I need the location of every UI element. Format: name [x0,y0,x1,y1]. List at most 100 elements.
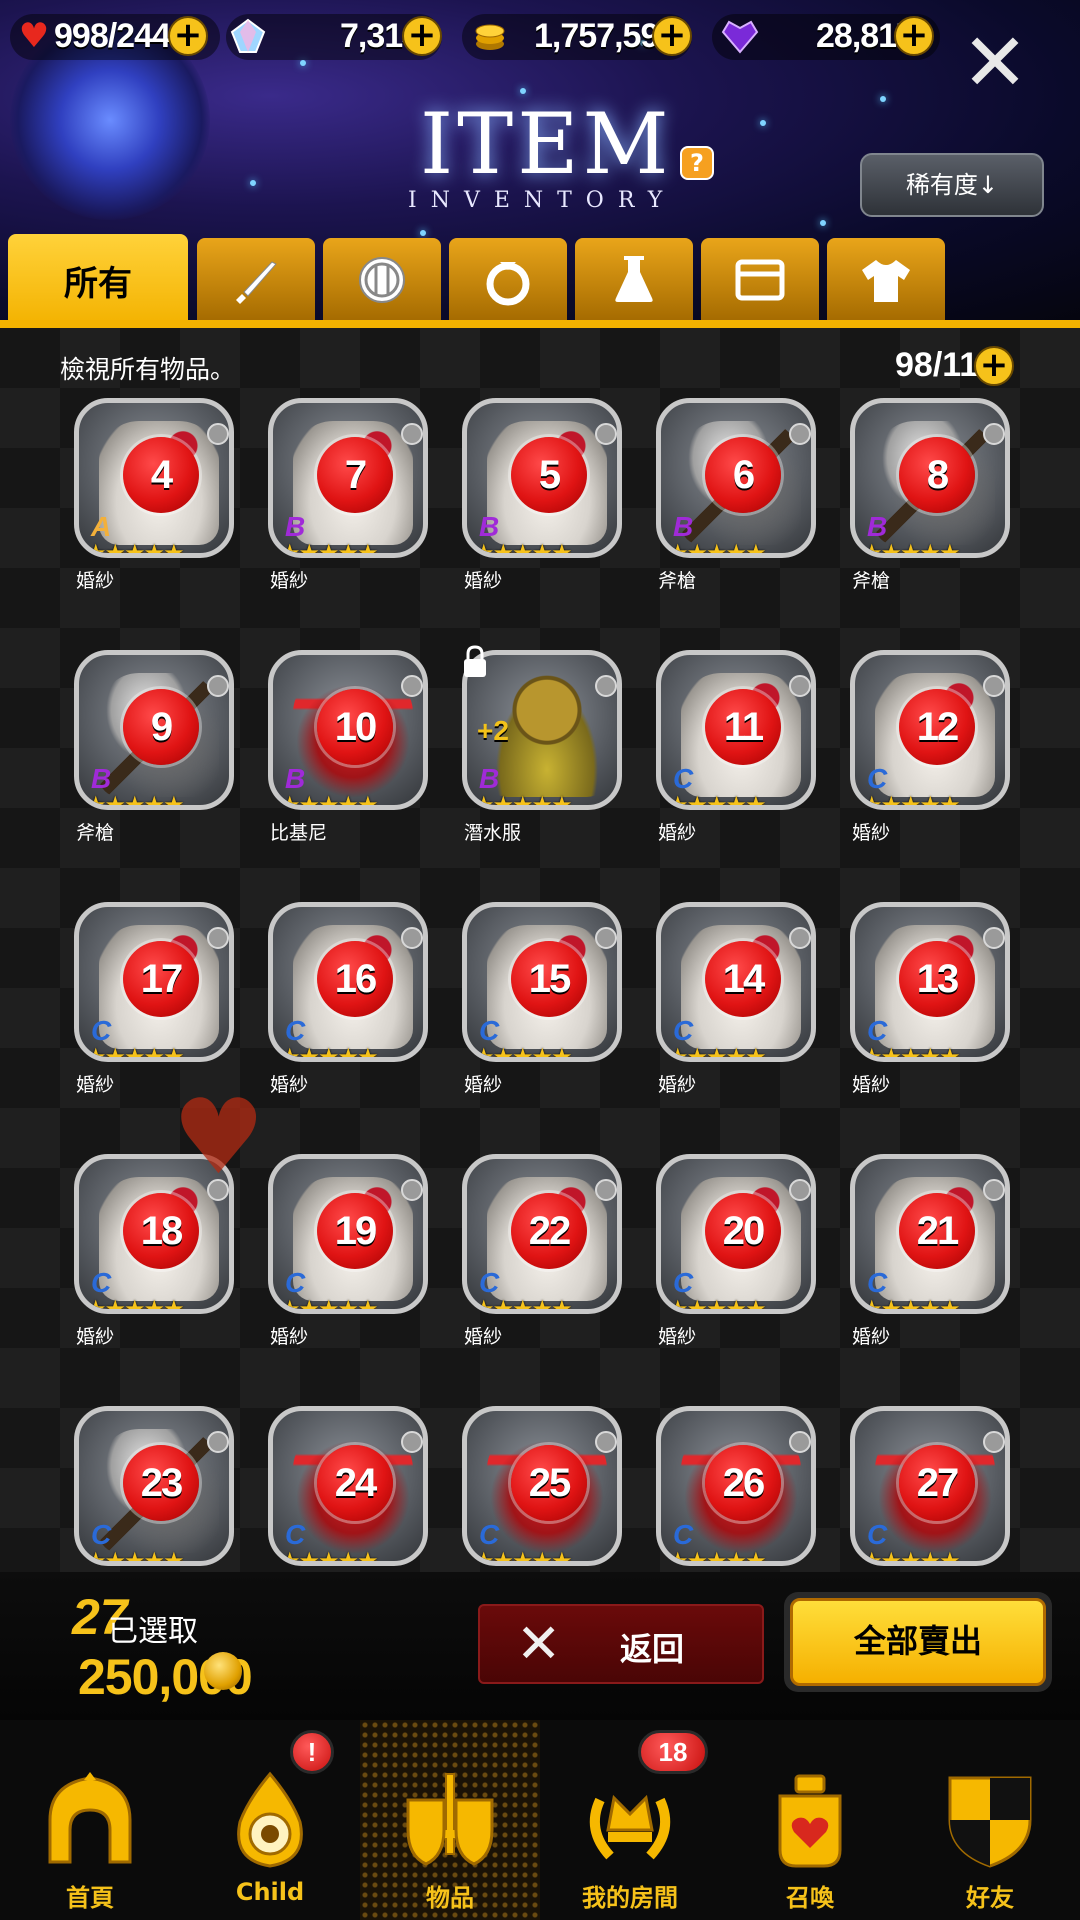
item-name: 婚紗 [658,822,697,844]
item-card[interactable]: A 4 ★★★★★ 婚紗 [70,398,240,598]
selection-order-badge: 16 [317,941,393,1017]
tab-armor[interactable] [323,238,441,322]
selection-order-badge: 19 [317,1193,393,1269]
selection-order-badge: 18 [123,1193,199,1269]
tab-weapons[interactable] [197,238,315,322]
item-name: 婚紗 [658,1074,697,1096]
equip-indicator-icon [789,423,811,445]
item-card[interactable]: B 8 ★★★★★ 斧槍 [846,398,1016,598]
selection-order-badge: 15 [511,941,587,1017]
tab-all[interactable]: 所有 [8,234,188,326]
selection-order-badge: 20 [705,1193,781,1269]
equip-indicator-icon [983,1431,1005,1453]
equip-indicator-icon [789,1431,811,1453]
item-card[interactable]: C 17 ★★★★★ 婚紗 [70,902,240,1102]
back-label: 返回 [620,1630,685,1668]
item-card[interactable]: B 5 ★★★★★ 婚紗 [458,398,628,598]
add-gems-button[interactable]: + [402,16,442,56]
nav-item-home[interactable]: 首頁 [0,1720,180,1920]
item-name: 婚紗 [76,1074,115,1096]
tab-underline [0,320,1080,328]
star-rating: ★★★★★ [861,539,961,558]
tab-cards[interactable] [701,238,819,322]
equip-indicator-icon [207,927,229,949]
item-card[interactable]: C 21 ★★★★★ 婚紗 [846,1154,1016,1354]
crown-laurel-icon [589,1794,671,1860]
star-rating: ★★★★★ [861,1043,961,1062]
page-title: ITEM [420,95,673,193]
shield-icon [359,257,405,303]
item-name: 婚紗 [852,822,891,844]
star-rating: ★★★★★ [279,539,379,558]
selection-order-badge: 24 [317,1445,393,1521]
expand-inventory-button[interactable]: + [974,346,1014,386]
star-rating: ★★★★★ [667,1547,767,1566]
sell-all-button[interactable]: 全部賣出 [784,1592,1052,1692]
equip-indicator-icon [983,1179,1005,1201]
tab-accessories[interactable] [449,238,567,322]
item-name: 婚紗 [464,570,503,592]
equip-indicator-icon [207,1431,229,1453]
item-frame: C 27 ★★★★★ [850,1406,1010,1566]
equip-indicator-icon [789,675,811,697]
nav-item-items[interactable]: 物品 [360,1720,540,1920]
item-name: 婚紗 [852,1074,891,1096]
item-card[interactable]: B 9 ★★★★★ 斧槍 [70,650,240,850]
equip-indicator-icon [401,675,423,697]
star-rating: ★★★★★ [473,1043,573,1062]
item-name: 婚紗 [76,570,115,592]
close-button[interactable]: ✕ [960,23,1030,103]
selection-order-badge: 12 [899,689,975,765]
item-card[interactable]: C 14 ★★★★★ 婚紗 [652,902,822,1102]
item-card[interactable]: B 6 ★★★★★ 斧槍 [652,398,822,598]
child-alert-badge: ! [290,1730,334,1774]
star-rating: ★★★★★ [473,1295,573,1314]
item-card[interactable]: C 11 ★★★★★ 婚紗 [652,650,822,850]
star-rating: ★★★★★ [667,791,767,810]
back-button[interactable]: ✕ 返回 [478,1604,764,1684]
broken-heart-decoration: ♥ [172,1076,266,1198]
item-card[interactable]: C 16 ★★★★★ 婚紗 [264,902,434,1102]
item-card[interactable]: C 15 ★★★★★ 婚紗 [458,902,628,1102]
nav-label: 物品 [426,1884,474,1912]
item-card[interactable]: B 7 ★★★★★ 婚紗 [264,398,434,598]
equip-indicator-icon [207,423,229,445]
tab-consumables[interactable] [575,238,693,322]
item-card[interactable]: B 10 ★★★★★ 比基尼 [264,650,434,850]
heart-icon: ♥ [18,16,50,56]
equip-indicator-icon [983,423,1005,445]
nav-item-summon[interactable]: 召喚 [720,1720,900,1920]
category-tabs: 所有 [0,234,1080,326]
star-rating: ★★★★★ [85,1295,185,1314]
item-card[interactable]: C 22 ★★★★★ 婚紗 [458,1154,628,1354]
item-frame: C 23 ★★★★★ [74,1406,234,1566]
item-frame: C 19 ★★★★★ [268,1154,428,1314]
item-frame: C 16 ★★★★★ [268,902,428,1062]
sort-rarity-button[interactable]: 稀有度↓ [860,153,1044,217]
star-rating: ★★★★★ [279,1043,379,1062]
sword-shield-icon [406,1773,494,1866]
flask-icon [615,256,653,302]
rainbow-gem-icon [228,16,268,56]
nav-label: 好友 [966,1884,1014,1912]
star-rating: ★★★★★ [473,791,573,810]
item-card[interactable]: C 13 ★★★★★ 婚紗 [846,902,1016,1102]
add-gold-button[interactable]: + [652,16,692,56]
item-upgrade-level: +2 [477,715,509,746]
selection-order-badge: 26 [705,1445,781,1521]
item-card[interactable]: C 12 ★★★★★ 婚紗 [846,650,1016,850]
item-frame: C 26 ★★★★★ [656,1406,816,1566]
help-button[interactable]: ? [680,146,714,180]
add-hearts-button[interactable]: + [168,16,208,56]
tab-all-label: 所有 [64,263,132,304]
item-card[interactable]: C 20 ★★★★★ 婚紗 [652,1154,822,1354]
add-crystals-button[interactable]: + [894,16,934,56]
tab-costumes[interactable] [827,238,945,322]
nav-item-friends[interactable]: 好友 [900,1720,1080,1920]
item-card[interactable]: B +2 ★★★★★ 潛水服 [458,650,628,850]
equip-indicator-icon [401,1431,423,1453]
equip-indicator-icon [401,1179,423,1201]
item-name: 比基尼 [270,822,328,844]
star-rating: ★★★★★ [667,1295,767,1314]
item-card[interactable]: C 19 ★★★★★ 婚紗 [264,1154,434,1354]
